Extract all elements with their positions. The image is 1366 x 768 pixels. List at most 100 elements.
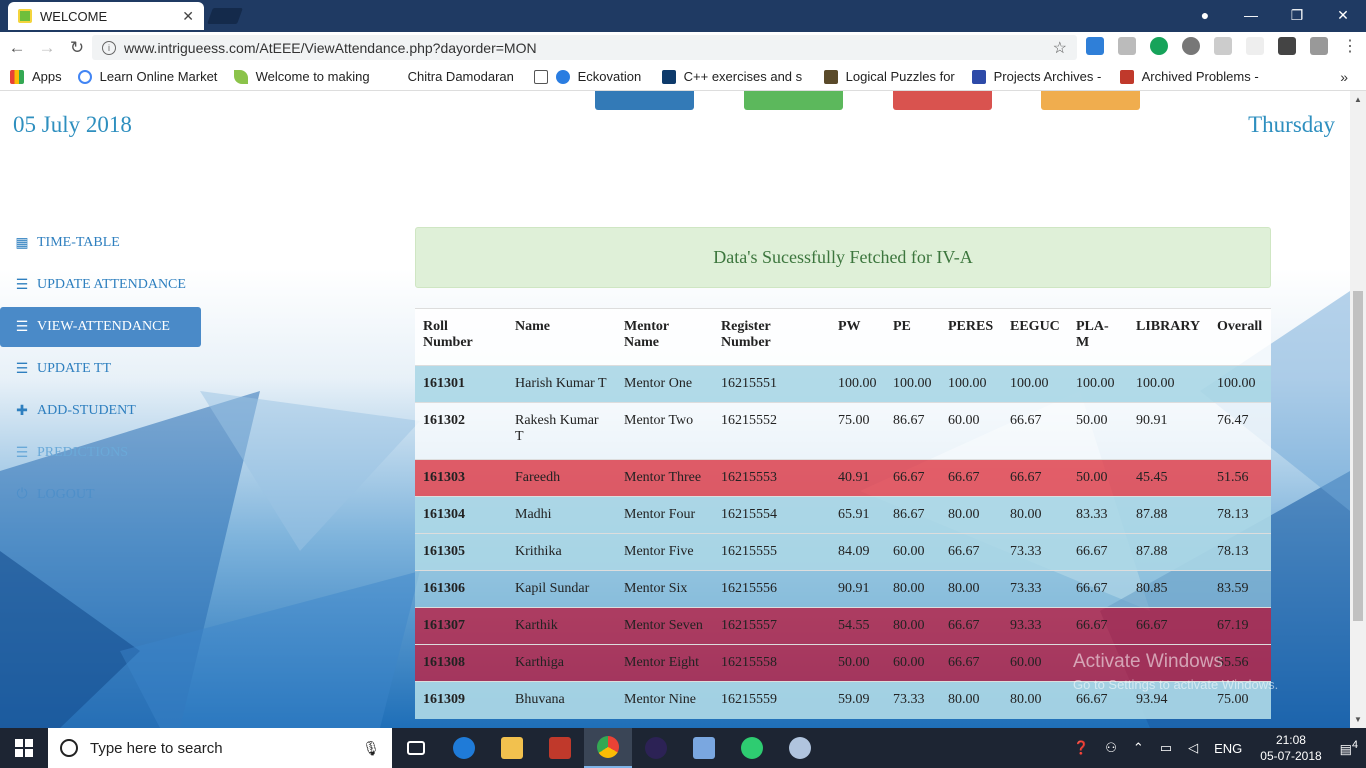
nav-button-orange[interactable] (1041, 91, 1140, 110)
cell-mentor: Mentor One (616, 365, 713, 403)
bookmark-star-icon[interactable]: ☆ (1053, 38, 1067, 58)
notification-icon[interactable]: ▤4 (1340, 739, 1358, 757)
scroll-up-icon[interactable]: ▲ (1354, 95, 1362, 104)
sidebar-item-predictions[interactable]: ☰ PREDICTIONS (0, 433, 205, 473)
atom-icon[interactable] (728, 728, 776, 768)
file-explorer-icon[interactable] (488, 728, 536, 768)
sidebar-item-logout[interactable]: ⏻ LOGOUT (0, 475, 205, 515)
cell-roll: 161302 (415, 402, 507, 460)
bookmark-item[interactable]: Projects Archives - T (971, 69, 1104, 84)
table-row: 161304 Madhi Mentor Four 16215554 65.91 … (415, 496, 1271, 534)
microphone-icon[interactable]: 🎙 (362, 740, 380, 757)
grammarly-icon[interactable] (1150, 37, 1168, 55)
power-icon: ⏻ (16, 487, 28, 502)
scroll-down-icon[interactable]: ▼ (1354, 715, 1362, 724)
bookmark-label: Welcome to making (255, 69, 370, 84)
sidebar-item-add-student[interactable]: ✚ ADD-STUDENT (0, 391, 205, 431)
clock[interactable]: 21:08 05-07-2018 (1260, 732, 1321, 764)
virtualbox-icon[interactable] (680, 728, 728, 768)
cell-pw: 84.09 (830, 533, 885, 571)
bookmark-item[interactable]: Welcome to making (233, 69, 374, 84)
sidebar-item-time-table[interactable]: ▦ TIME-TABLE (0, 223, 205, 263)
browser-tab[interactable]: WELCOME ✕ (8, 2, 204, 30)
nav-button-red[interactable] (893, 91, 992, 110)
address-bar[interactable]: i www.intrigueess.com/AtEEE/ViewAttendan… (92, 35, 1077, 60)
bookmark-item[interactable]: Logical Puzzles for Ir (823, 69, 956, 84)
cell-name: Madhi (507, 496, 616, 534)
bookmark-item[interactable]: Learn Online Market (77, 69, 218, 84)
sidebar-item-label: TIME-TABLE (37, 235, 120, 250)
cell-library: 66.67 (1128, 607, 1209, 645)
extension-icon[interactable] (1310, 37, 1328, 55)
bookmark-item[interactable]: C++ exercises and s (661, 69, 808, 84)
bookmark-apps[interactable]: Apps (10, 69, 62, 84)
back-icon[interactable]: ← (4, 35, 30, 61)
sidebar-item-label: PREDICTIONS (37, 445, 129, 460)
chrome-icon[interactable] (584, 728, 632, 768)
cell-plam: 66.67 (1068, 607, 1128, 645)
new-tab-button[interactable] (207, 8, 243, 24)
sidebar-item-view-attendance[interactable]: ☰ VIEW-ATTENDANCE (0, 307, 201, 347)
more-bookmarks-icon[interactable]: » (1340, 69, 1348, 85)
language-indicator[interactable]: ENG (1214, 741, 1242, 756)
page-scrollbar[interactable]: ▲ ▼ (1350, 91, 1366, 728)
search-input[interactable]: Type here to search (90, 740, 362, 757)
battery-icon[interactable]: ▭ (1160, 740, 1172, 756)
volume-icon[interactable]: ◁ (1188, 740, 1198, 756)
close-window-button[interactable]: ✕ (1320, 0, 1366, 30)
cell-reg: 16215558 (713, 644, 830, 682)
bookmark-label: Chitra Damodaran (407, 69, 514, 84)
plus-icon: ✚ (16, 403, 28, 419)
restore-button[interactable]: ❐ (1274, 0, 1320, 30)
cell-eeguc: 66.67 (1002, 402, 1068, 460)
bookmark-item[interactable]: Eckovation (533, 69, 646, 84)
reload-icon[interactable]: ↻ (64, 35, 90, 61)
extension-icon[interactable] (1182, 37, 1200, 55)
bookmark-item[interactable]: Chitra Damodaran (408, 69, 518, 84)
sidebar-item-update-tt[interactable]: ☰ UPDATE TT (0, 349, 205, 389)
cell-plam: 83.33 (1068, 496, 1128, 534)
people-icon[interactable]: ⚇ (1105, 740, 1117, 756)
table-row: 161307 Karthik Mentor Seven 16215557 54.… (415, 607, 1271, 645)
extension-icon[interactable] (1118, 37, 1136, 55)
calendar-icon: ▦ (15, 235, 29, 251)
extension-icon[interactable] (1246, 37, 1264, 55)
cell-pe: 60.00 (885, 644, 940, 682)
chevron-up-icon[interactable]: ⌃ (1133, 740, 1144, 756)
url-text[interactable]: www.intrigueess.com/AtEEE/ViewAttendance… (124, 40, 1053, 56)
cell-reg: 16215554 (713, 496, 830, 534)
archive-icon (1119, 69, 1134, 84)
edge-icon[interactable] (440, 728, 488, 768)
cell-library: 90.91 (1128, 402, 1209, 460)
start-button[interactable] (0, 728, 48, 768)
menu-icon[interactable]: ⋮ (1342, 36, 1358, 55)
nav-button-green[interactable] (744, 91, 843, 110)
profile-icon[interactable]: ● (1182, 0, 1228, 30)
cell-plam: 50.00 (1068, 402, 1128, 460)
paint-icon[interactable] (776, 728, 824, 768)
cell-mentor: Mentor Eight (616, 644, 713, 682)
taskbar-search[interactable]: Type here to search 🎙 (48, 728, 392, 768)
app-icon[interactable] (536, 728, 584, 768)
bookmark-item[interactable]: Archived Problems - (1119, 69, 1260, 84)
extension-icon[interactable] (1214, 37, 1232, 55)
bookmark-label: Archived Problems - (1141, 69, 1259, 84)
info-icon[interactable]: i (102, 40, 116, 55)
close-tab-icon[interactable]: ✕ (182, 8, 194, 25)
minimize-button[interactable]: — (1228, 0, 1274, 30)
scrollbar-thumb[interactable] (1353, 291, 1363, 621)
extension-icon[interactable] (1278, 37, 1296, 55)
cell-library: 87.88 (1128, 496, 1209, 534)
extension-icon[interactable] (1086, 37, 1104, 55)
task-view-icon[interactable] (392, 728, 440, 768)
cell-roll: 161309 (415, 681, 507, 719)
help-icon[interactable]: ❓ (1073, 740, 1089, 756)
sidebar-item-update-attendance[interactable]: ☰ UPDATE ATTENDANCE (0, 265, 205, 305)
eclipse-icon[interactable] (632, 728, 680, 768)
header-register-number: Register Number (713, 308, 830, 366)
cell-library: 100.00 (1128, 365, 1209, 403)
forward-icon[interactable]: → (34, 35, 60, 61)
nav-button-blue[interactable] (595, 91, 694, 110)
header-pw: PW (830, 308, 885, 366)
cell-roll: 161301 (415, 365, 507, 403)
